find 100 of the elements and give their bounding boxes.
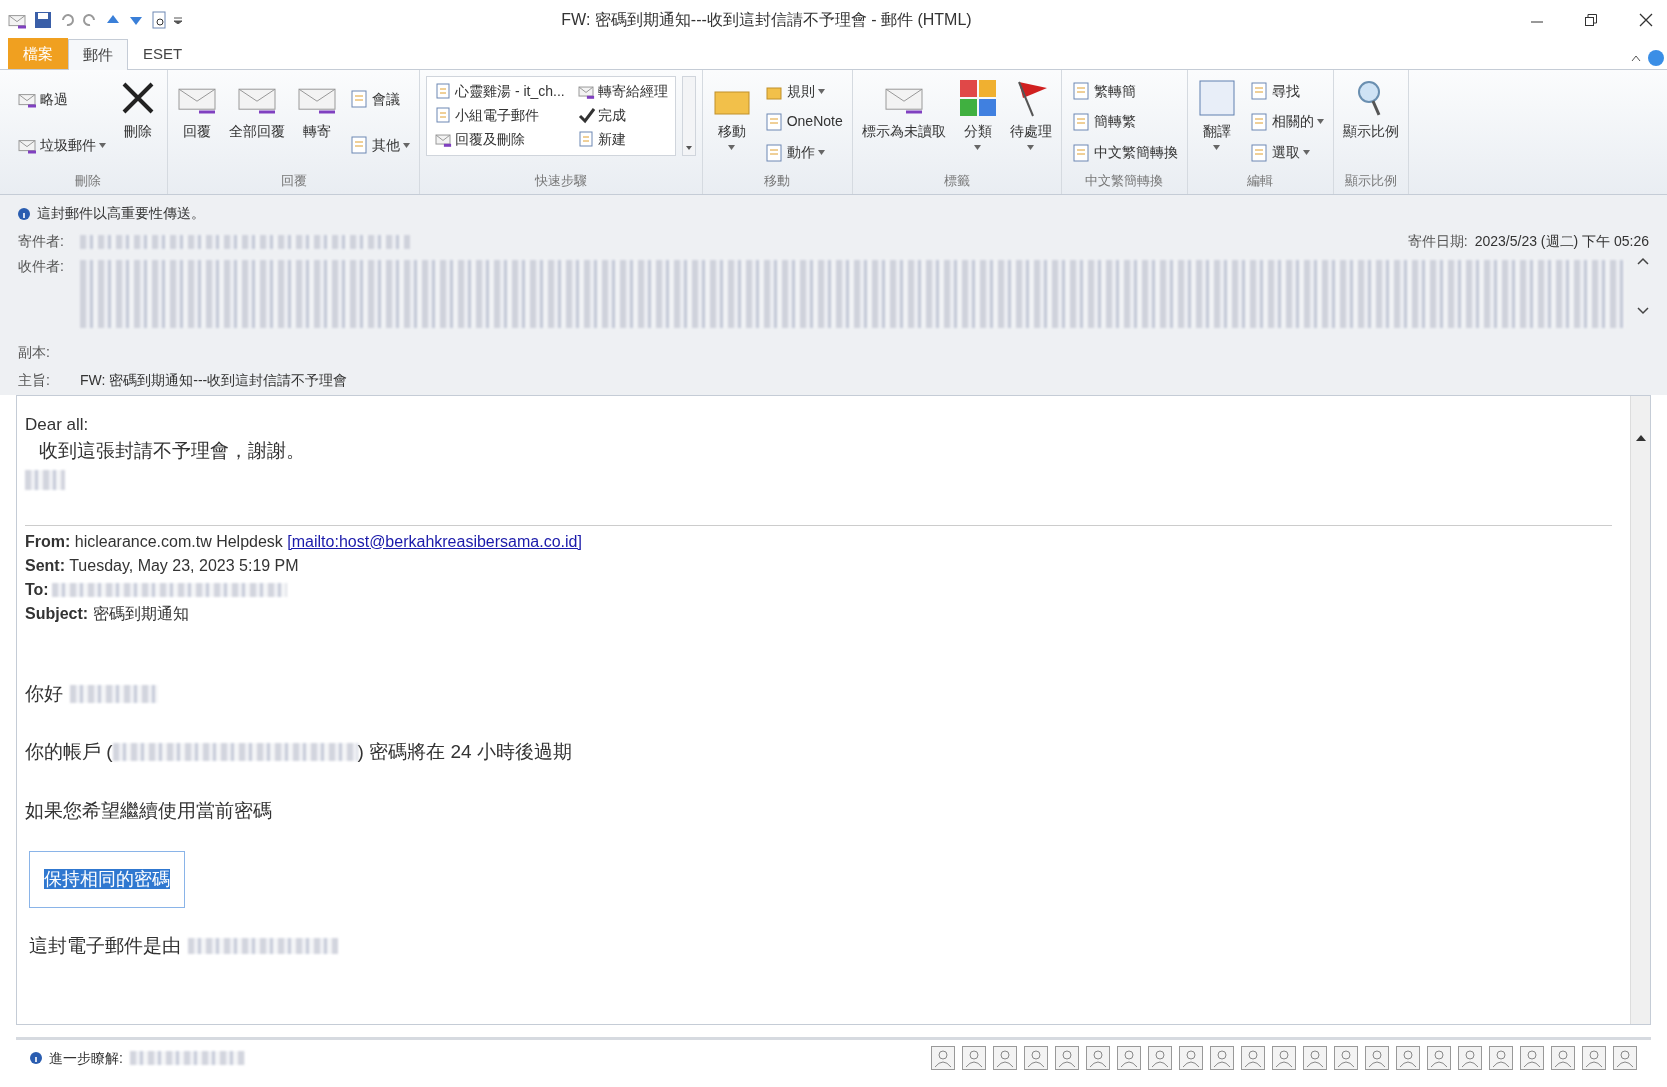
ribbon-button[interactable]: 略過 <box>14 86 109 112</box>
ribbon-button[interactable]: 選取 <box>1245 140 1327 166</box>
ribbon-button[interactable]: 其他 <box>346 132 413 158</box>
quick-step-item[interactable]: 回覆及刪除 <box>431 127 568 151</box>
collapse-ribbon-icon[interactable] <box>1630 53 1641 62</box>
dropdown-caret-icon <box>817 88 825 94</box>
quick-step-item[interactable]: 完成 <box>573 103 671 127</box>
ribbon-button[interactable]: OneNote <box>760 109 846 135</box>
help-icon[interactable] <box>1647 49 1664 66</box>
document-icon <box>1248 112 1269 132</box>
person-icon[interactable] <box>1210 1046 1234 1070</box>
ribbon-tab[interactable]: ESET <box>128 37 198 69</box>
ribbon-button[interactable]: 分類 <box>954 76 1001 168</box>
person-icon[interactable] <box>1241 1046 1265 1070</box>
date-value: 2023/5/23 (週二) 下午 05:26 <box>1474 232 1649 251</box>
quick-step-item[interactable]: 新建 <box>573 127 671 151</box>
document-icon <box>1248 81 1269 102</box>
ribbon-button[interactable]: 回覆 <box>174 76 220 168</box>
sent-line: Sent: Tuesday, May 23, 2023 5:19 PM <box>25 555 300 576</box>
person-icon[interactable] <box>993 1046 1017 1070</box>
person-icon[interactable] <box>1396 1046 1420 1070</box>
dropdown-caret-icon <box>1027 145 1035 150</box>
person-icon[interactable] <box>1179 1046 1203 1070</box>
person-icon[interactable] <box>962 1046 986 1070</box>
body-text: 你的帳戶 ( <box>25 740 113 764</box>
field-label: 寄件日期: <box>1407 232 1468 251</box>
person-icon[interactable] <box>1613 1046 1637 1070</box>
document-icon <box>349 135 369 155</box>
person-icon[interactable] <box>1334 1046 1358 1070</box>
print-preview-icon[interactable] <box>151 11 167 29</box>
restore-icon[interactable] <box>1585 14 1597 26</box>
keep-password-button[interactable]: 保持相同的密碼 <box>29 851 185 908</box>
ribbon-button[interactable]: 轉寄 <box>294 76 340 168</box>
ribbon-button[interactable]: 移動 <box>708 76 755 168</box>
person-icon[interactable] <box>1117 1046 1141 1070</box>
dropdown-caret-icon <box>728 145 736 150</box>
document-icon <box>576 130 595 148</box>
person-icon[interactable] <box>1427 1046 1451 1070</box>
window-title: FW: 密碼到期通知---收到這封信請不予理會 - 郵件 (HTML) <box>560 10 973 30</box>
field-label: 寄件者: <box>18 232 65 251</box>
person-icon[interactable] <box>1582 1046 1606 1070</box>
person-icon[interactable] <box>931 1046 955 1070</box>
ribbon-button[interactable]: 動作 <box>760 140 846 166</box>
redo-icon[interactable] <box>82 12 98 28</box>
group-label: 中文繁簡轉換 <box>1084 172 1165 190</box>
person-icon[interactable] <box>1086 1046 1110 1070</box>
group-label: 快速步驟 <box>533 172 588 190</box>
person-icon[interactable] <box>1055 1046 1079 1070</box>
ribbon-tab[interactable]: 郵件 <box>68 38 128 70</box>
ribbon-button[interactable]: 尋找 <box>1245 78 1327 104</box>
scroll-arrows-icon[interactable] <box>1637 255 1649 316</box>
body-text: 如果您希望繼續使用當前密碼 <box>25 798 273 823</box>
ribbon-button[interactable]: 翻譯 <box>1193 76 1240 168</box>
ribbon-button[interactable]: 簡轉繁 <box>1067 109 1181 135</box>
ribbon-button[interactable]: 相關的 <box>1245 109 1327 135</box>
vertical-scrollbar[interactable] <box>1630 395 1650 1024</box>
person-icon[interactable] <box>1520 1046 1544 1070</box>
greeting-text: Dear all: <box>25 413 90 436</box>
ribbon-button[interactable]: 刪除 <box>115 76 161 168</box>
person-icon[interactable] <box>1551 1046 1575 1070</box>
ribbon-button[interactable]: 規則 <box>760 78 846 104</box>
ribbon-button[interactable]: 中文繁簡轉換 <box>1067 140 1181 166</box>
subject-line: Subject: 密碼到期通知 <box>25 603 190 624</box>
quick-step-item[interactable]: 小組電子郵件 <box>431 103 568 127</box>
person-icon[interactable] <box>1365 1046 1389 1070</box>
person-icon[interactable] <box>1489 1046 1513 1070</box>
quick-step-item[interactable]: 轉寄給經理 <box>573 79 671 103</box>
close-icon[interactable] <box>1639 13 1653 27</box>
undo-icon[interactable] <box>59 12 75 28</box>
person-icon[interactable] <box>1458 1046 1482 1070</box>
document-icon <box>1070 81 1091 102</box>
body-text: ) 密碼將在 24 小時後過期 <box>357 740 572 764</box>
field-label: 副本: <box>18 342 51 362</box>
group-label: 標籤 <box>942 172 971 190</box>
ribbon-button[interactable]: 全部回覆 <box>226 76 288 168</box>
document-icon <box>349 89 369 109</box>
person-icon[interactable] <box>1148 1046 1172 1070</box>
ribbon-button[interactable]: 垃圾郵件 <box>14 132 109 158</box>
ribbon-button[interactable]: 會議 <box>346 86 413 112</box>
dropdown-caret-icon <box>1316 119 1324 125</box>
checkmark-icon <box>576 106 595 124</box>
quick-step-item[interactable]: 心靈雞湯 - it_ch... <box>431 79 568 103</box>
person-icon[interactable] <box>1272 1046 1296 1070</box>
body-text: 收到這張封請不予理會，謝謝。 <box>38 439 306 463</box>
ribbon-button[interactable]: 標示為未讀取 <box>858 76 949 168</box>
dropdown-caret-icon <box>817 150 825 156</box>
field-label: 主旨: <box>18 370 51 390</box>
document-icon <box>1070 142 1091 163</box>
save-icon[interactable] <box>34 11 52 29</box>
person-icon[interactable] <box>1024 1046 1048 1070</box>
document-icon <box>763 142 784 163</box>
info-icon <box>30 1052 42 1064</box>
ribbon-button[interactable]: 待處理 <box>1006 76 1055 168</box>
group-label: 移動 <box>763 172 792 190</box>
customize-caret-icon[interactable] <box>174 16 182 24</box>
body-text: 你好 <box>25 681 63 706</box>
ribbon-button[interactable]: 繁轉簡 <box>1067 78 1181 104</box>
email-link[interactable]: [mailto:host@berkahkreasibersama.co.id] <box>287 532 582 550</box>
person-icon[interactable] <box>1303 1046 1327 1070</box>
ribbon-button[interactable]: 顯示比例 <box>1339 76 1402 168</box>
